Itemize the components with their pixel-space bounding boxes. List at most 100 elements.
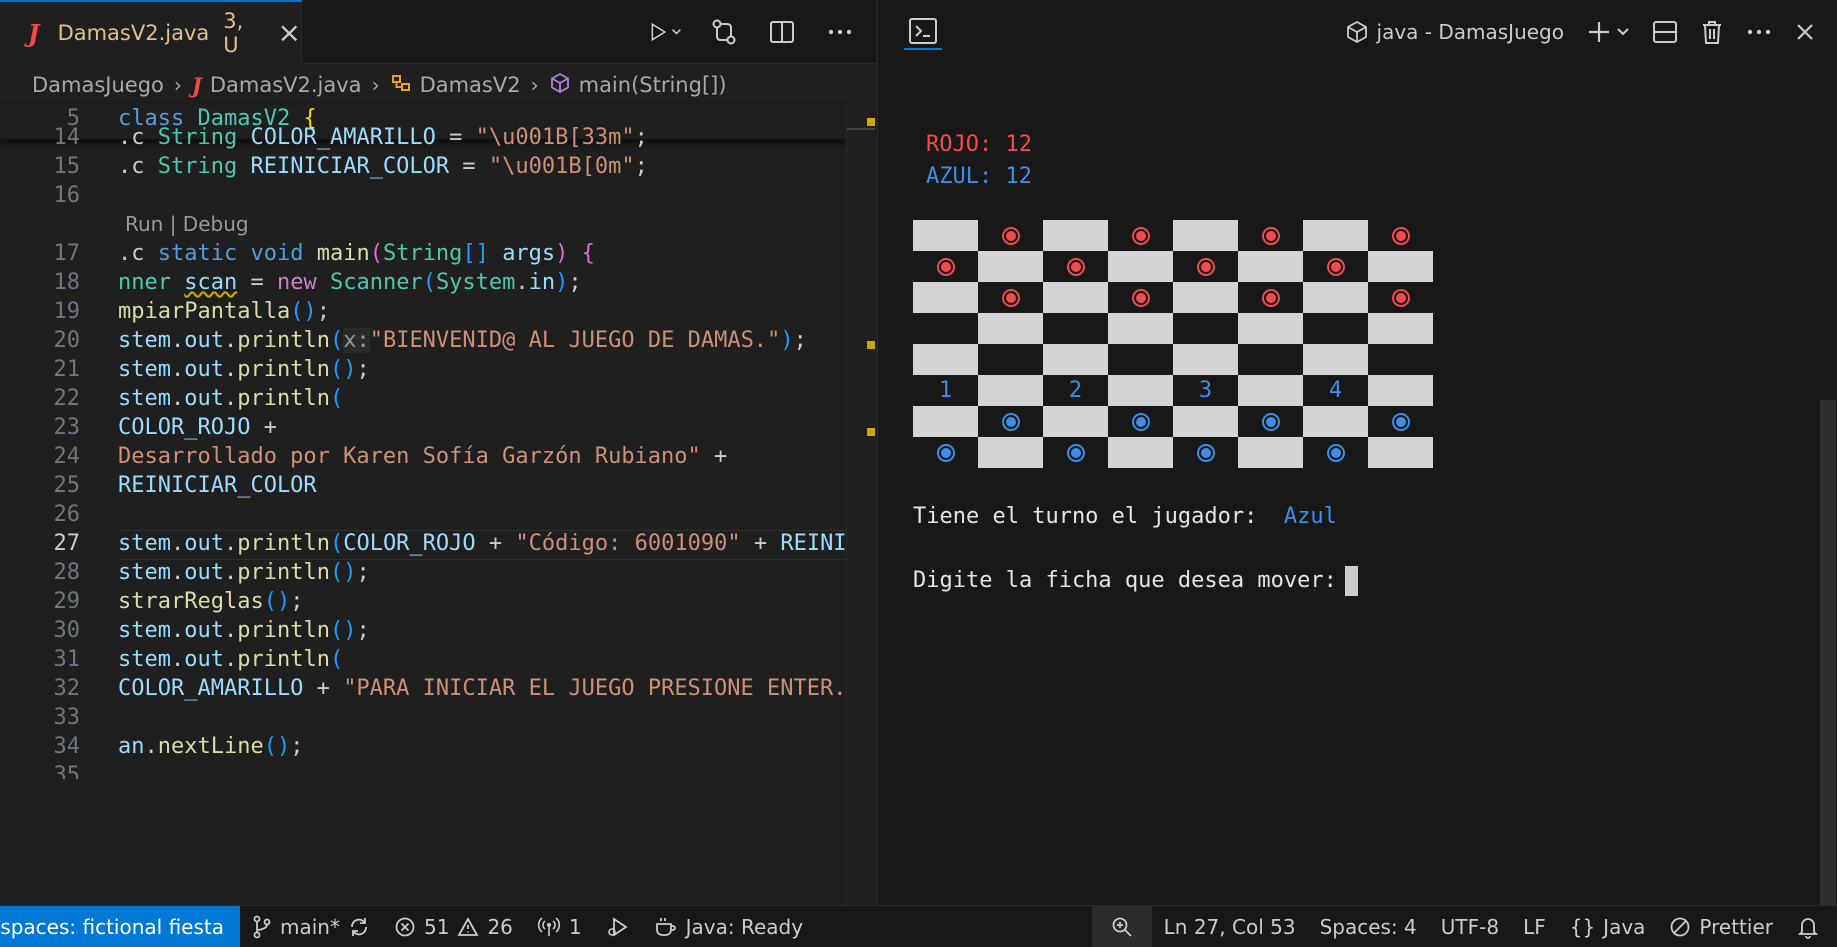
- more-actions-icon[interactable]: [824, 14, 856, 50]
- close-panel-icon[interactable]: [1794, 14, 1816, 50]
- line-number: 35: [53, 763, 81, 779]
- board-cell: [978, 282, 1043, 313]
- terminal-title: java - DamasJuego: [1376, 20, 1564, 44]
- board-cell: [1303, 406, 1368, 437]
- line-number: 16: [53, 183, 81, 208]
- blue-piece: [1001, 412, 1020, 431]
- new-terminal-icon[interactable]: [1586, 14, 1630, 50]
- branch-indicator[interactable]: main*: [240, 906, 382, 947]
- blue-piece: [1066, 443, 1085, 462]
- run-debug-icon: [607, 916, 628, 937]
- board-cell: [1238, 344, 1303, 375]
- more-actions-icon[interactable]: [1746, 14, 1772, 50]
- line-number: 34: [53, 734, 81, 759]
- git-branch-icon: [253, 915, 271, 938]
- remote-indicator[interactable]: despaces: fictional fiesta: [0, 905, 240, 947]
- move-prompt: Digite la ficha que desea mover:: [913, 566, 1358, 596]
- warning-count: 26: [487, 914, 513, 939]
- line-ending[interactable]: LF: [1511, 906, 1558, 947]
- zoom-icon: [1112, 917, 1132, 937]
- line-number: 32: [53, 676, 81, 701]
- debug-launch[interactable]: [594, 906, 642, 947]
- tab-damasv2[interactable]: J DamasV2.java 3, U ×: [0, 0, 302, 64]
- board-cell: [978, 220, 1043, 251]
- red-piece: [1261, 288, 1280, 307]
- board-cell: [1368, 282, 1433, 313]
- terminal-header: java - DamasJuego: [878, 0, 1837, 64]
- sync-icon: [351, 917, 367, 936]
- breadcrumb-class[interactable]: DamasV2: [420, 73, 521, 97]
- trash-icon[interactable]: [1700, 14, 1724, 50]
- zoom-indicator[interactable]: [1091, 905, 1152, 947]
- board-cell: [1368, 251, 1433, 282]
- terminal-instance[interactable]: java - DamasJuego: [1345, 14, 1564, 50]
- encoding[interactable]: UTF-8: [1429, 906, 1511, 947]
- board-cell: [1303, 220, 1368, 251]
- board-cell: [1173, 437, 1238, 468]
- code-line: COLOR_ROJO +: [118, 415, 277, 440]
- coffee-icon: [655, 917, 676, 936]
- breadcrumb-folder[interactable]: DamasJuego: [32, 73, 164, 97]
- board-cell: [1108, 220, 1173, 251]
- java-file-icon: J: [28, 18, 40, 48]
- breadcrumb: DamasJuego › J DamasV2.java › DamasV2 › …: [0, 64, 876, 106]
- status-bar: despaces: fictional fiesta main* 51 26 1…: [0, 905, 1837, 947]
- codelens-run-debug[interactable]: Run | Debug: [125, 212, 249, 236]
- code-line: REINICIAR_COLOR: [118, 473, 317, 498]
- terminal-icon[interactable]: [904, 14, 942, 50]
- board-cell: [1368, 220, 1433, 251]
- breadcrumb-file[interactable]: DamasV2.java: [210, 73, 362, 97]
- board-number: 4: [1328, 378, 1343, 403]
- overview-ruler[interactable]: [846, 106, 876, 905]
- board-cell: 3: [1173, 375, 1238, 406]
- ports-indicator[interactable]: 1: [525, 906, 594, 947]
- close-icon[interactable]: ×: [278, 19, 301, 47]
- terminal-output[interactable]: ROJO: 12 AZUL: 12 1 2 3 4 Tiene el turno…: [878, 64, 1837, 905]
- bell-icon: [1797, 917, 1819, 939]
- board-cell: 2: [1043, 375, 1108, 406]
- split-terminal-icon[interactable]: [1652, 14, 1678, 50]
- indentation[interactable]: Spaces: 4: [1308, 906, 1429, 947]
- code-line: stem.out.println(COLOR_ROJO + "Código: 6…: [118, 531, 847, 556]
- board-cell: [913, 251, 978, 282]
- split-editor-icon[interactable]: [766, 14, 798, 50]
- line-number: 30: [53, 618, 81, 643]
- language-mode[interactable]: {} Java: [1558, 906, 1658, 947]
- line-number: 20: [53, 328, 81, 353]
- board-cell: [1043, 251, 1108, 282]
- line-number: 26: [53, 502, 81, 527]
- problems-indicator[interactable]: 51 26: [382, 906, 525, 947]
- board-cell: [978, 375, 1043, 406]
- board-cell: [1173, 313, 1238, 344]
- board-cell: [1303, 282, 1368, 313]
- line-number: 22: [53, 386, 81, 411]
- red-piece: [1196, 257, 1215, 276]
- code-editor[interactable]: 5 class DamasV2 { 14 .c String COLOR_AMA…: [0, 106, 876, 905]
- board-cell: [1303, 344, 1368, 375]
- board-cell: [1173, 282, 1238, 313]
- java-status[interactable]: Java: Ready: [642, 906, 815, 947]
- board-cell: [1043, 220, 1108, 251]
- cursor-position[interactable]: Ln 27, Col 53: [1152, 906, 1308, 947]
- board-cell: [1368, 437, 1433, 468]
- code-line: an.nextLine();: [118, 734, 304, 759]
- blue-piece: [1261, 412, 1280, 431]
- prettier-status[interactable]: Prettier: [1657, 906, 1785, 947]
- blue-piece: [1391, 412, 1410, 431]
- tab-label: DamasV2.java: [57, 21, 210, 45]
- run-icon[interactable]: [650, 14, 682, 50]
- terminal-scrollbar[interactable]: [1820, 400, 1836, 905]
- red-piece: [1261, 226, 1280, 245]
- compare-changes-icon[interactable]: [708, 14, 740, 50]
- red-piece: [1391, 226, 1410, 245]
- editor-pane: J DamasV2.java 3, U × DamasJuego › J Dam…: [0, 0, 876, 905]
- board-cell: [1238, 251, 1303, 282]
- board-cell: [1368, 344, 1433, 375]
- code-line: mpiarPantalla();: [118, 299, 330, 324]
- blue-piece: [1131, 412, 1150, 431]
- class-icon: [390, 73, 412, 98]
- board-cell: [978, 406, 1043, 437]
- breadcrumb-method[interactable]: main(String[]): [579, 73, 727, 97]
- editor-tab-bar: J DamasV2.java 3, U ×: [0, 0, 876, 64]
- notifications[interactable]: [1785, 906, 1837, 947]
